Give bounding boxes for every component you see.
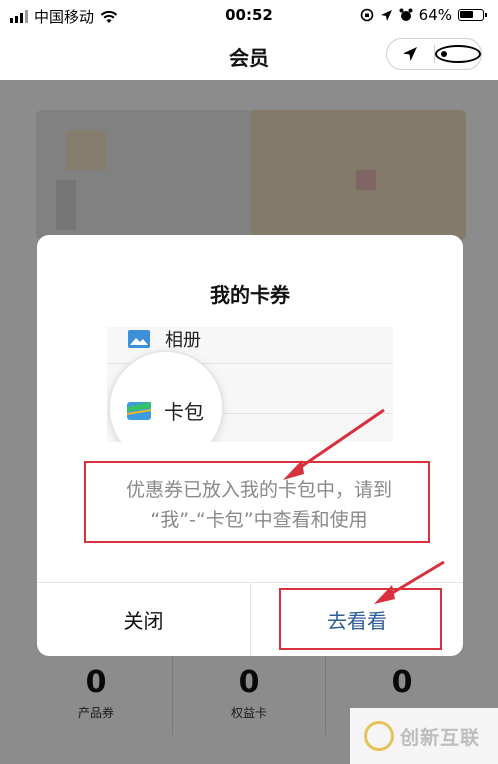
description-line-2: “我”-“卡包”中查看和使用	[150, 509, 368, 531]
nav-bar: 会员	[0, 30, 498, 80]
description-highlight: 优惠券已放入我的卡包中，请到 “我”-“卡包”中查看和使用	[84, 461, 430, 543]
watermark: 创新互联	[350, 708, 498, 764]
card-wallet-illustration: 相册 卡包 表情 卡包	[107, 327, 393, 442]
watermark-text: 创新互联	[400, 726, 481, 749]
location-arrow-icon	[403, 47, 418, 61]
location-status-icon	[380, 9, 392, 21]
alarm-icon	[399, 8, 413, 21]
close-program-button[interactable]	[434, 45, 481, 63]
watermark-logo-icon	[364, 721, 394, 751]
battery-percent: 64%	[418, 6, 452, 24]
orientation-lock-icon	[360, 8, 373, 22]
dialog-title: 我的卡券	[210, 283, 290, 307]
description-line-1: 优惠券已放入我的卡包中，请到	[125, 479, 392, 501]
magnified-label: 卡包	[164, 400, 204, 424]
coupon-dialog: 我的卡券 相册 卡包 表情 卡包	[37, 235, 463, 656]
go-view-highlight	[279, 588, 442, 650]
magnifier-lens: 卡包	[110, 352, 222, 442]
location-button[interactable]	[387, 45, 434, 63]
card-wallet-icon	[127, 402, 151, 420]
photo-album-icon	[128, 330, 150, 348]
illus-label-album: 相册	[165, 330, 201, 351]
mini-program-capsule	[386, 38, 482, 70]
dialog-description: 优惠券已放入我的卡包中，请到 “我”-“卡包”中查看和使用	[86, 475, 432, 535]
battery-icon	[458, 9, 487, 21]
close-button[interactable]: 关闭	[37, 583, 250, 656]
status-right: 64%	[360, 6, 487, 24]
target-circle-icon	[434, 45, 481, 63]
status-bar: 中国移动 00:52 64%	[0, 0, 498, 30]
